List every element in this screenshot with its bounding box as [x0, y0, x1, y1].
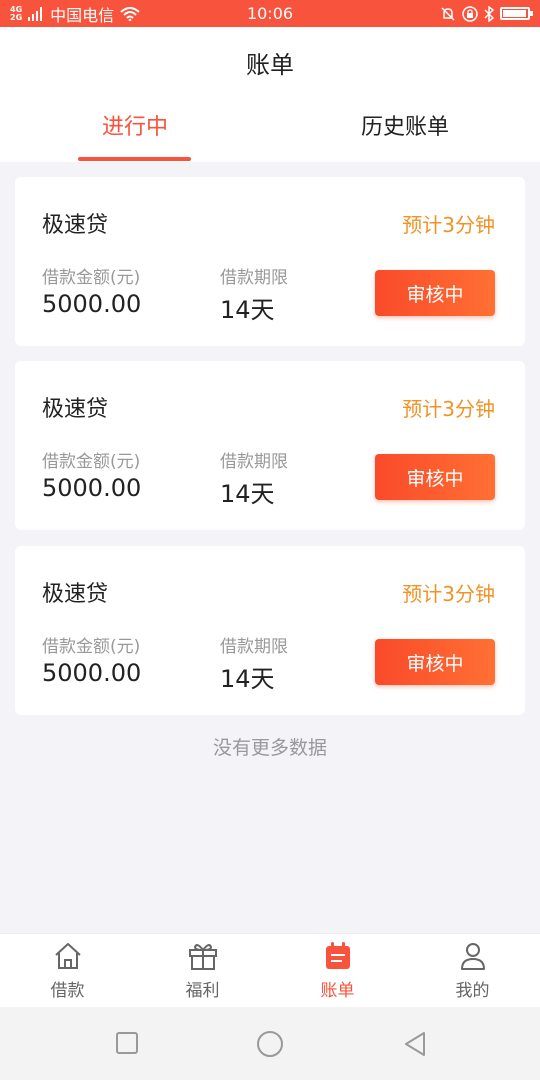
- no-more-data-text: 没有更多数据: [212, 737, 327, 759]
- lock-rotation-icon: [462, 5, 478, 22]
- tabbar-label: 账单: [320, 981, 355, 1001]
- page-header: 账单 进行中 历史账单: [0, 27, 540, 162]
- product-name: 极速贷: [42, 213, 109, 238]
- term-value: 14天: [220, 665, 275, 693]
- status-button[interactable]: 审核中: [375, 454, 495, 500]
- tabbar-label: 借款: [50, 981, 85, 1001]
- gift-icon: [188, 944, 217, 970]
- network-type-icon: 4G 2G: [10, 4, 23, 22]
- alarm-off-icon: [441, 6, 455, 21]
- status-right: [440, 5, 533, 22]
- signal-icon: [28, 6, 43, 21]
- eta-text: 预计3分钟: [402, 397, 495, 421]
- tab-indicator: [78, 157, 191, 161]
- eta-text: 预计3分钟: [402, 213, 495, 237]
- term-value: 14天: [220, 296, 275, 324]
- term-label: 借款期限: [220, 268, 288, 288]
- tabbar-item-mine[interactable]: 我的: [405, 934, 540, 1007]
- system-nav-bar: [0, 1007, 540, 1080]
- bill-card[interactable]: 极速贷 预计3分钟 借款金额(元) 5000.00 借款期限 14天 审核中: [15, 546, 525, 715]
- battery-icon: [500, 7, 533, 20]
- home-icon: [54, 943, 81, 969]
- product-name: 极速贷: [42, 582, 109, 607]
- carrier-name: 中国电信: [50, 5, 115, 25]
- amount-value: 5000.00: [42, 290, 142, 318]
- tab-in-progress[interactable]: 进行中: [35, 109, 235, 141]
- amount-label: 借款金额(元): [42, 637, 141, 657]
- term-label: 借款期限: [220, 452, 288, 472]
- eta-text: 预计3分钟: [402, 582, 495, 606]
- back-icon[interactable]: [402, 1031, 428, 1057]
- bill-card[interactable]: 极速贷 预计3分钟 借款金额(元) 5000.00 借款期限 14天 审核中: [15, 177, 525, 346]
- term-value: 14天: [220, 480, 275, 508]
- amount-value: 5000.00: [42, 474, 142, 502]
- bill-icon: [325, 942, 350, 969]
- bill-card[interactable]: 极速贷 预计3分钟 借款金额(元) 5000.00 借款期限 14天 审核中: [15, 361, 525, 530]
- recent-apps-icon[interactable]: [115, 1031, 139, 1055]
- amount-value: 5000.00: [42, 659, 142, 687]
- user-icon: [460, 943, 485, 970]
- status-button[interactable]: 审核中: [375, 270, 495, 316]
- home-circle-icon[interactable]: [255, 1029, 285, 1059]
- status-bar: 4G 2G 中国电信 10:06: [0, 0, 540, 27]
- status-left: 4G 2G 中国电信: [10, 2, 140, 26]
- product-name: 极速贷: [42, 397, 109, 422]
- tabbar-item-benefits[interactable]: 福利: [135, 934, 270, 1007]
- bottom-tab-bar: 借款 福利 账单 我的: [0, 933, 540, 1007]
- amount-label: 借款金额(元): [42, 452, 141, 472]
- bluetooth-icon: [484, 5, 494, 22]
- battery-level: [503, 10, 527, 17]
- wifi-icon: [120, 6, 140, 21]
- term-label: 借款期限: [220, 637, 288, 657]
- amount-label: 借款金额(元): [42, 268, 141, 288]
- tabbar-label: 福利: [185, 981, 220, 1001]
- tabbar-item-bills[interactable]: 账单: [270, 934, 405, 1007]
- page-title: 账单: [246, 51, 294, 79]
- tabbar-label: 我的: [455, 981, 490, 1001]
- status-button[interactable]: 审核中: [375, 639, 495, 685]
- tabbar-item-loan[interactable]: 借款: [0, 934, 135, 1007]
- tab-history[interactable]: 历史账单: [305, 109, 505, 141]
